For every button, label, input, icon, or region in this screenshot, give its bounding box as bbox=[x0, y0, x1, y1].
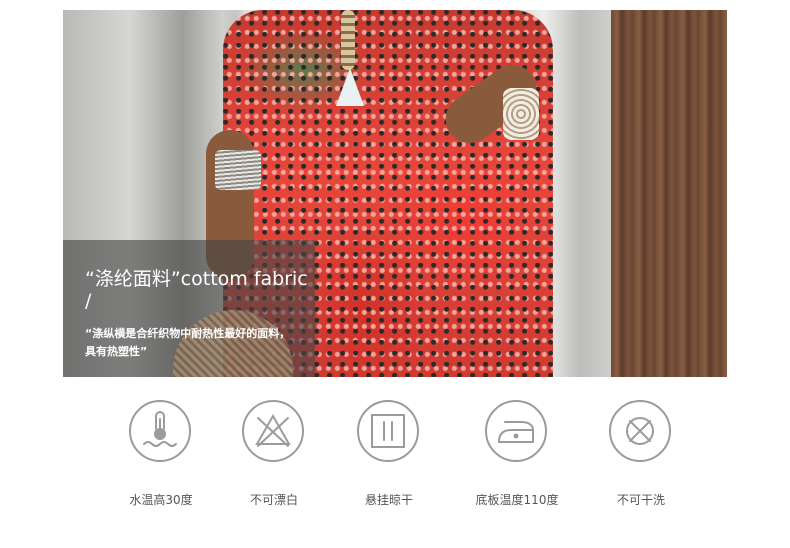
no-bleach-icon bbox=[242, 400, 304, 462]
fabric-title: “涤纶面料”cottom fabric / bbox=[85, 268, 308, 312]
care-label-iron: 底板温度110度 bbox=[475, 493, 559, 507]
no-tumble-dry-icon bbox=[609, 400, 671, 462]
care-label-no-bleach: 不可漂白 bbox=[249, 493, 298, 507]
tassel-pendant bbox=[336, 68, 364, 106]
care-instructions: 水温高30度 不可漂白 悬挂晾干 底板温度110度 不可干洗 bbox=[0, 400, 790, 520]
iron-temperature-icon bbox=[485, 400, 547, 462]
right-bracelets bbox=[503, 88, 539, 140]
water-temperature-icon bbox=[129, 400, 191, 462]
left-bangles bbox=[215, 150, 261, 190]
beaded-necklace bbox=[341, 10, 355, 70]
fabric-description: “涤纵横是合纤织物中耐热性最好的面料， 具有热塑性” bbox=[85, 327, 291, 358]
care-label-no-dry-clean: 不可干洗 bbox=[616, 493, 665, 507]
care-label-hang-dry: 悬挂晾干 bbox=[364, 493, 413, 507]
wood-pillar bbox=[611, 10, 727, 377]
hang-dry-icon bbox=[357, 400, 419, 462]
care-label-water-temp: 水温高30度 bbox=[129, 493, 193, 507]
product-photo: “涤纶面料”cottom fabric / “涤纵横是合纤织物中耐热性最好的面料… bbox=[63, 10, 727, 377]
